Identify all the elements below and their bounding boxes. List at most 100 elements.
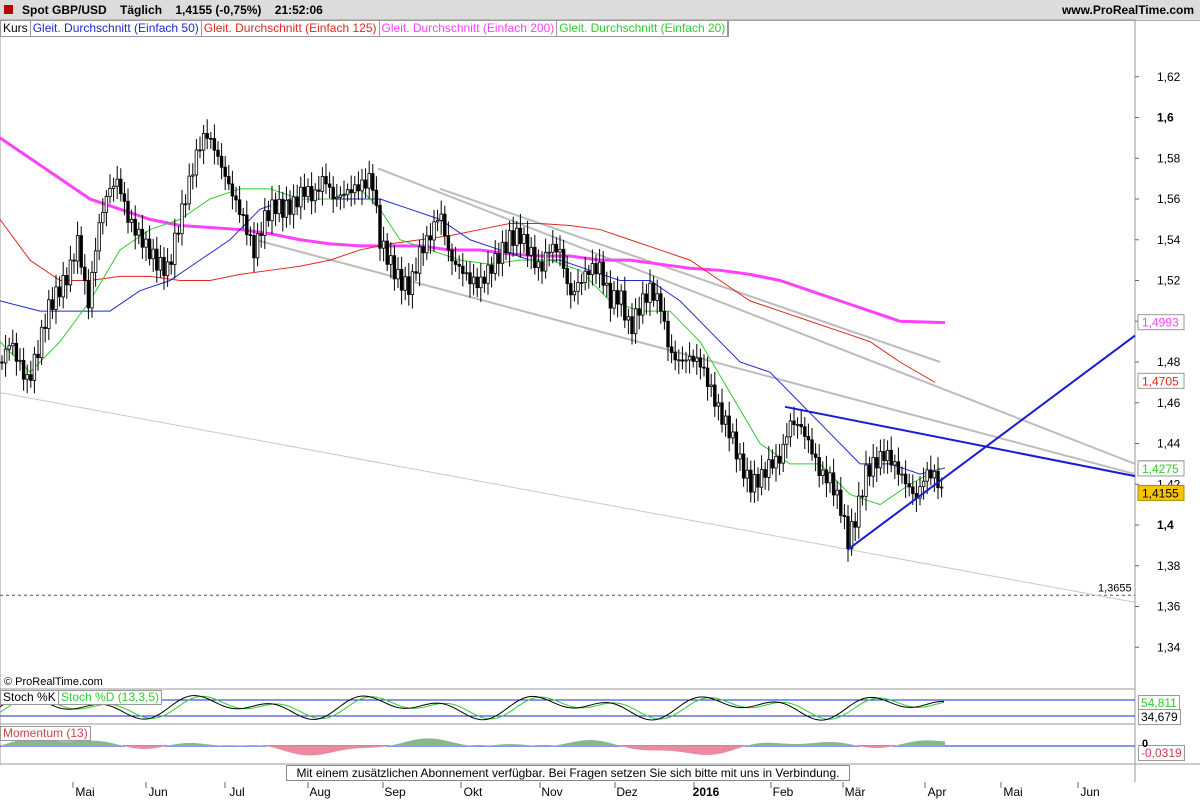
candle-body: [936, 470, 940, 489]
candle-body: [792, 420, 796, 426]
candle-body: [43, 326, 47, 329]
x-tick-label: Jun: [148, 785, 167, 799]
support-hline-label: 1,3655: [1098, 582, 1132, 594]
candle-body: [857, 495, 861, 528]
candle-body: [893, 461, 897, 466]
candle-body: [122, 193, 127, 202]
candle-body: [745, 469, 749, 479]
candle-body: [662, 310, 667, 322]
candle-body: [468, 272, 472, 285]
price-tag: 1,4705: [1142, 374, 1179, 388]
candle-body: [417, 246, 422, 274]
candle-body: [482, 276, 487, 284]
plot-frame: [0, 19, 1136, 765]
candle-body: [435, 219, 440, 223]
candle-body: [54, 286, 58, 310]
candle-body: [263, 210, 267, 236]
candle-body: [558, 248, 562, 253]
candle-body: [65, 275, 69, 286]
candle-body: [39, 326, 44, 359]
candle-body: [363, 179, 368, 189]
ma125-line: [0, 219, 936, 383]
candle-body: [605, 282, 609, 286]
candle-body: [374, 189, 379, 206]
candle-body: [331, 186, 335, 200]
momentum-zero-label: 0: [1142, 738, 1149, 750]
candle-body: [608, 282, 613, 309]
candle-body: [464, 272, 469, 275]
stoch-d-label: Stoch %D (13,3,5): [58, 690, 163, 705]
candle-body: [939, 486, 944, 489]
candle-body: [821, 469, 825, 476]
candle-body: [259, 233, 263, 236]
candle-body: [810, 439, 814, 455]
candle-body: [68, 259, 73, 286]
candle-body: [335, 196, 339, 200]
candle-body: [673, 352, 677, 361]
candle-body: [140, 228, 145, 248]
y-tick-label: 1,54: [1157, 233, 1181, 247]
candle-body: [93, 250, 98, 273]
candle-body: [385, 240, 389, 265]
candle-body: [529, 246, 533, 256]
candle-body: [731, 431, 735, 439]
candle-body: [507, 230, 512, 254]
candle-body: [137, 228, 141, 236]
candle-body: [828, 472, 832, 484]
candle-body: [57, 286, 62, 298]
candle-body: [612, 290, 616, 309]
candle-body: [223, 166, 227, 177]
candle-body: [641, 293, 645, 316]
candle-body: [597, 261, 602, 275]
candle-body: [824, 469, 829, 484]
candle-body: [767, 459, 771, 478]
candle-body: [356, 184, 361, 192]
candle-body: [342, 194, 346, 197]
candle-body: [860, 495, 865, 498]
candle-body: [551, 243, 555, 253]
candle-body: [666, 320, 670, 348]
candle-body: [115, 178, 119, 187]
candle-body: [630, 316, 634, 335]
candle-body: [741, 453, 746, 479]
candle-body: [882, 451, 886, 462]
candle-body: [133, 218, 137, 236]
candle-body: [540, 261, 544, 272]
candle-body: [309, 186, 314, 202]
candle-body: [169, 261, 173, 265]
candle-body: [615, 290, 620, 305]
candle-body: [158, 257, 163, 271]
candle-body: [461, 265, 465, 274]
candle-body: [749, 469, 753, 493]
candle-body: [504, 241, 508, 254]
candle-body: [108, 188, 112, 197]
candle-body: [371, 173, 375, 191]
candle-body: [29, 374, 33, 381]
candle-body: [219, 155, 224, 168]
candle-body: [900, 473, 904, 476]
candle-body: [619, 290, 623, 305]
candle-body: [407, 276, 411, 295]
candle-body: [101, 211, 105, 224]
candle-body: [889, 449, 893, 466]
candle-body: [432, 221, 436, 241]
candle-body: [97, 222, 101, 252]
candle-body: [284, 199, 289, 218]
candle-body: [266, 210, 271, 222]
gray-trendline: [254, 238, 1136, 476]
x-tick-label: Jun: [1080, 785, 1099, 799]
candle-body: [788, 420, 793, 438]
candle-body: [129, 218, 134, 223]
price-chart[interactable]: 1,341,361,381,41,421,441,461,481,51,521,…: [0, 0, 1200, 800]
y-tick-label: 1,44: [1157, 437, 1181, 451]
candle-body: [144, 238, 148, 248]
candle-body: [295, 196, 299, 208]
candle-body: [381, 240, 386, 249]
candle-body: [515, 227, 519, 246]
candle-body: [738, 453, 742, 460]
candle-body: [716, 402, 721, 407]
candle-body: [11, 342, 15, 347]
candle-body: [230, 183, 235, 197]
candle-body: [677, 359, 681, 362]
candle-body: [569, 283, 573, 296]
